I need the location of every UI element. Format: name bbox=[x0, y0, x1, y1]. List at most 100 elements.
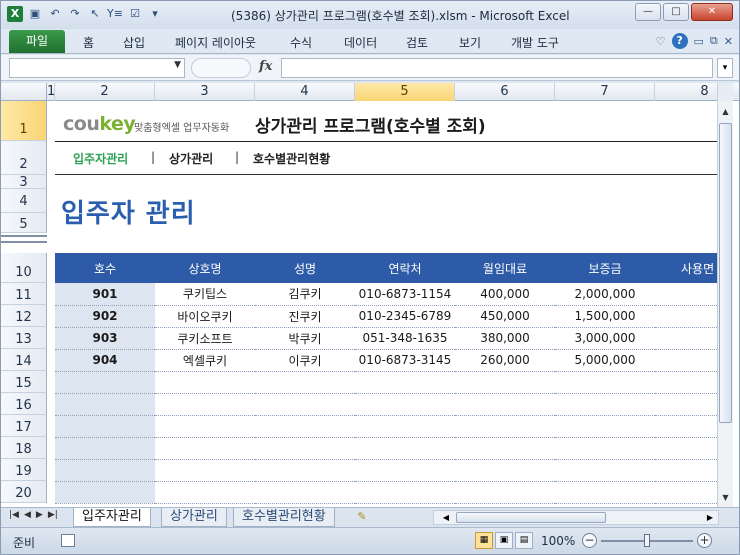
split-handle[interactable] bbox=[717, 83, 733, 101]
customize-icon[interactable]: ▾ bbox=[147, 6, 163, 22]
cell-monthly-rent[interactable] bbox=[455, 371, 555, 394]
scroll-thumb[interactable] bbox=[456, 512, 606, 523]
redo-icon[interactable]: ↷ bbox=[67, 6, 83, 22]
cell-name[interactable] bbox=[255, 415, 355, 438]
tab-insert[interactable]: 삽입 bbox=[123, 34, 145, 51]
cell-area[interactable] bbox=[655, 283, 717, 306]
cell-store-name[interactable]: 바이오쿠키 bbox=[155, 305, 255, 328]
table-row[interactable] bbox=[55, 415, 717, 438]
form-icon[interactable]: ☑ bbox=[127, 6, 143, 22]
cell-contact[interactable]: 051-348-1635 bbox=[355, 327, 455, 350]
row-header[interactable]: 16 bbox=[1, 393, 47, 415]
cell-area[interactable] bbox=[655, 349, 717, 372]
tab-file[interactable]: 파일 bbox=[9, 30, 65, 53]
cell-name[interactable]: 김쿠키 bbox=[255, 283, 355, 306]
first-sheet-icon[interactable]: |◀ bbox=[9, 510, 19, 520]
cell-deposit[interactable] bbox=[555, 481, 655, 504]
cell-contact[interactable]: 010-6873-1154 bbox=[355, 283, 455, 306]
row-header[interactable]: 11 bbox=[1, 283, 47, 305]
cell-monthly-rent[interactable] bbox=[455, 459, 555, 482]
scroll-down-icon[interactable]: ▼ bbox=[718, 491, 733, 505]
nav-unit-status[interactable]: 호수별관리현황 bbox=[253, 150, 330, 167]
sheet-tab-store[interactable]: 상가관리 bbox=[161, 508, 227, 527]
cell-name[interactable]: 진쿠키 bbox=[255, 305, 355, 328]
cell-contact[interactable] bbox=[355, 415, 455, 438]
cell-unit[interactable] bbox=[55, 437, 155, 460]
cell-name[interactable] bbox=[255, 481, 355, 504]
tab-home[interactable]: 홈 bbox=[83, 34, 94, 51]
window-restore-icon[interactable]: ⧉ bbox=[710, 34, 718, 48]
cell-unit[interactable] bbox=[55, 415, 155, 438]
cursor-icon[interactable]: ↖ bbox=[87, 6, 103, 22]
cell-unit[interactable]: 901 bbox=[55, 283, 155, 306]
row-header[interactable]: 19 bbox=[1, 459, 47, 481]
cell-store-name[interactable] bbox=[155, 393, 255, 416]
filter-icon[interactable]: Y≡ bbox=[107, 6, 123, 22]
cell-deposit[interactable] bbox=[555, 371, 655, 394]
nav-store-management[interactable]: 상가관리 bbox=[169, 150, 213, 167]
table-row[interactable] bbox=[55, 437, 717, 460]
row-header[interactable]: 2 bbox=[1, 141, 47, 175]
cell-deposit[interactable]: 3,000,000 bbox=[555, 327, 655, 350]
undo-icon[interactable]: ↶ bbox=[47, 6, 63, 22]
window-minimize-icon[interactable]: ▭ bbox=[694, 35, 704, 48]
cell-name[interactable] bbox=[255, 371, 355, 394]
insert-sheet-icon[interactable]: ✎ bbox=[351, 510, 373, 525]
cell-unit[interactable]: 904 bbox=[55, 349, 155, 372]
zoom-level[interactable]: 100% bbox=[541, 534, 575, 548]
maximize-button[interactable]: □ bbox=[663, 3, 689, 21]
save-icon[interactable]: ▣ bbox=[27, 6, 43, 22]
table-row[interactable]: 902 바이오쿠키 진쿠키 010-2345-6789 450,000 1,50… bbox=[55, 305, 717, 328]
scroll-up-icon[interactable]: ▲ bbox=[718, 105, 733, 119]
formula-input[interactable] bbox=[281, 58, 713, 78]
cell-store-name[interactable]: 엑셀쿠키 bbox=[155, 349, 255, 372]
cell-store-name[interactable] bbox=[155, 371, 255, 394]
row-header-selected[interactable]: 1 bbox=[1, 101, 47, 141]
cell-deposit[interactable] bbox=[555, 415, 655, 438]
cell-area[interactable] bbox=[655, 415, 717, 438]
cell-deposit[interactable] bbox=[555, 393, 655, 416]
next-sheet-icon[interactable]: ▶ bbox=[36, 510, 43, 520]
tab-view[interactable]: 보기 bbox=[459, 34, 481, 51]
cell-monthly-rent[interactable] bbox=[455, 437, 555, 460]
table-row[interactable] bbox=[55, 481, 717, 504]
column-header[interactable]: 4 bbox=[255, 83, 355, 101]
cell-name[interactable] bbox=[255, 393, 355, 416]
page-break-view-icon[interactable]: ▤ bbox=[515, 532, 533, 549]
cell-contact[interactable]: 010-6873-3145 bbox=[355, 349, 455, 372]
column-header[interactable]: 7 bbox=[555, 83, 655, 101]
cell-monthly-rent[interactable]: 450,000 bbox=[455, 305, 555, 328]
cell-unit[interactable] bbox=[55, 459, 155, 482]
cell-contact[interactable] bbox=[355, 371, 455, 394]
row-header[interactable]: 14 bbox=[1, 349, 47, 371]
excel-icon[interactable]: X bbox=[7, 6, 23, 22]
tab-page-layout[interactable]: 페이지 레이아웃 bbox=[175, 34, 256, 51]
cell-area[interactable] bbox=[655, 305, 717, 328]
name-box[interactable]: ▼ bbox=[9, 58, 185, 78]
sheet-tab-tenant[interactable]: 입주자관리 bbox=[73, 508, 151, 527]
prev-sheet-icon[interactable]: ◀ bbox=[24, 510, 31, 520]
cell-unit[interactable]: 902 bbox=[55, 305, 155, 328]
horizontal-scrollbar[interactable]: ◀ ▶ bbox=[433, 510, 719, 525]
zoom-slider-thumb[interactable] bbox=[644, 534, 650, 547]
vertical-scrollbar[interactable]: ▲ ▼ bbox=[717, 101, 733, 507]
cell-area[interactable] bbox=[655, 437, 717, 460]
row-header[interactable]: 20 bbox=[1, 481, 47, 503]
column-header[interactable]: 3 bbox=[155, 83, 255, 101]
column-header[interactable]: 6 bbox=[455, 83, 555, 101]
chevron-down-icon[interactable]: ▼ bbox=[174, 60, 181, 70]
tab-developer[interactable]: 개발 도구 bbox=[511, 34, 559, 51]
page-layout-view-icon[interactable]: ▣ bbox=[495, 532, 513, 549]
cell-deposit[interactable] bbox=[555, 437, 655, 460]
cell-unit[interactable] bbox=[55, 371, 155, 394]
cell-monthly-rent[interactable] bbox=[455, 393, 555, 416]
cell-contact[interactable] bbox=[355, 437, 455, 460]
insert-function-icon[interactable]: fx bbox=[259, 59, 272, 74]
table-row[interactable] bbox=[55, 371, 717, 394]
cell-monthly-rent[interactable] bbox=[455, 415, 555, 438]
scroll-left-icon[interactable]: ◀ bbox=[440, 511, 452, 524]
row-header[interactable]: 13 bbox=[1, 327, 47, 349]
cell-deposit[interactable]: 2,000,000 bbox=[555, 283, 655, 306]
table-row[interactable] bbox=[55, 393, 717, 416]
row-header[interactable]: 17 bbox=[1, 415, 47, 437]
